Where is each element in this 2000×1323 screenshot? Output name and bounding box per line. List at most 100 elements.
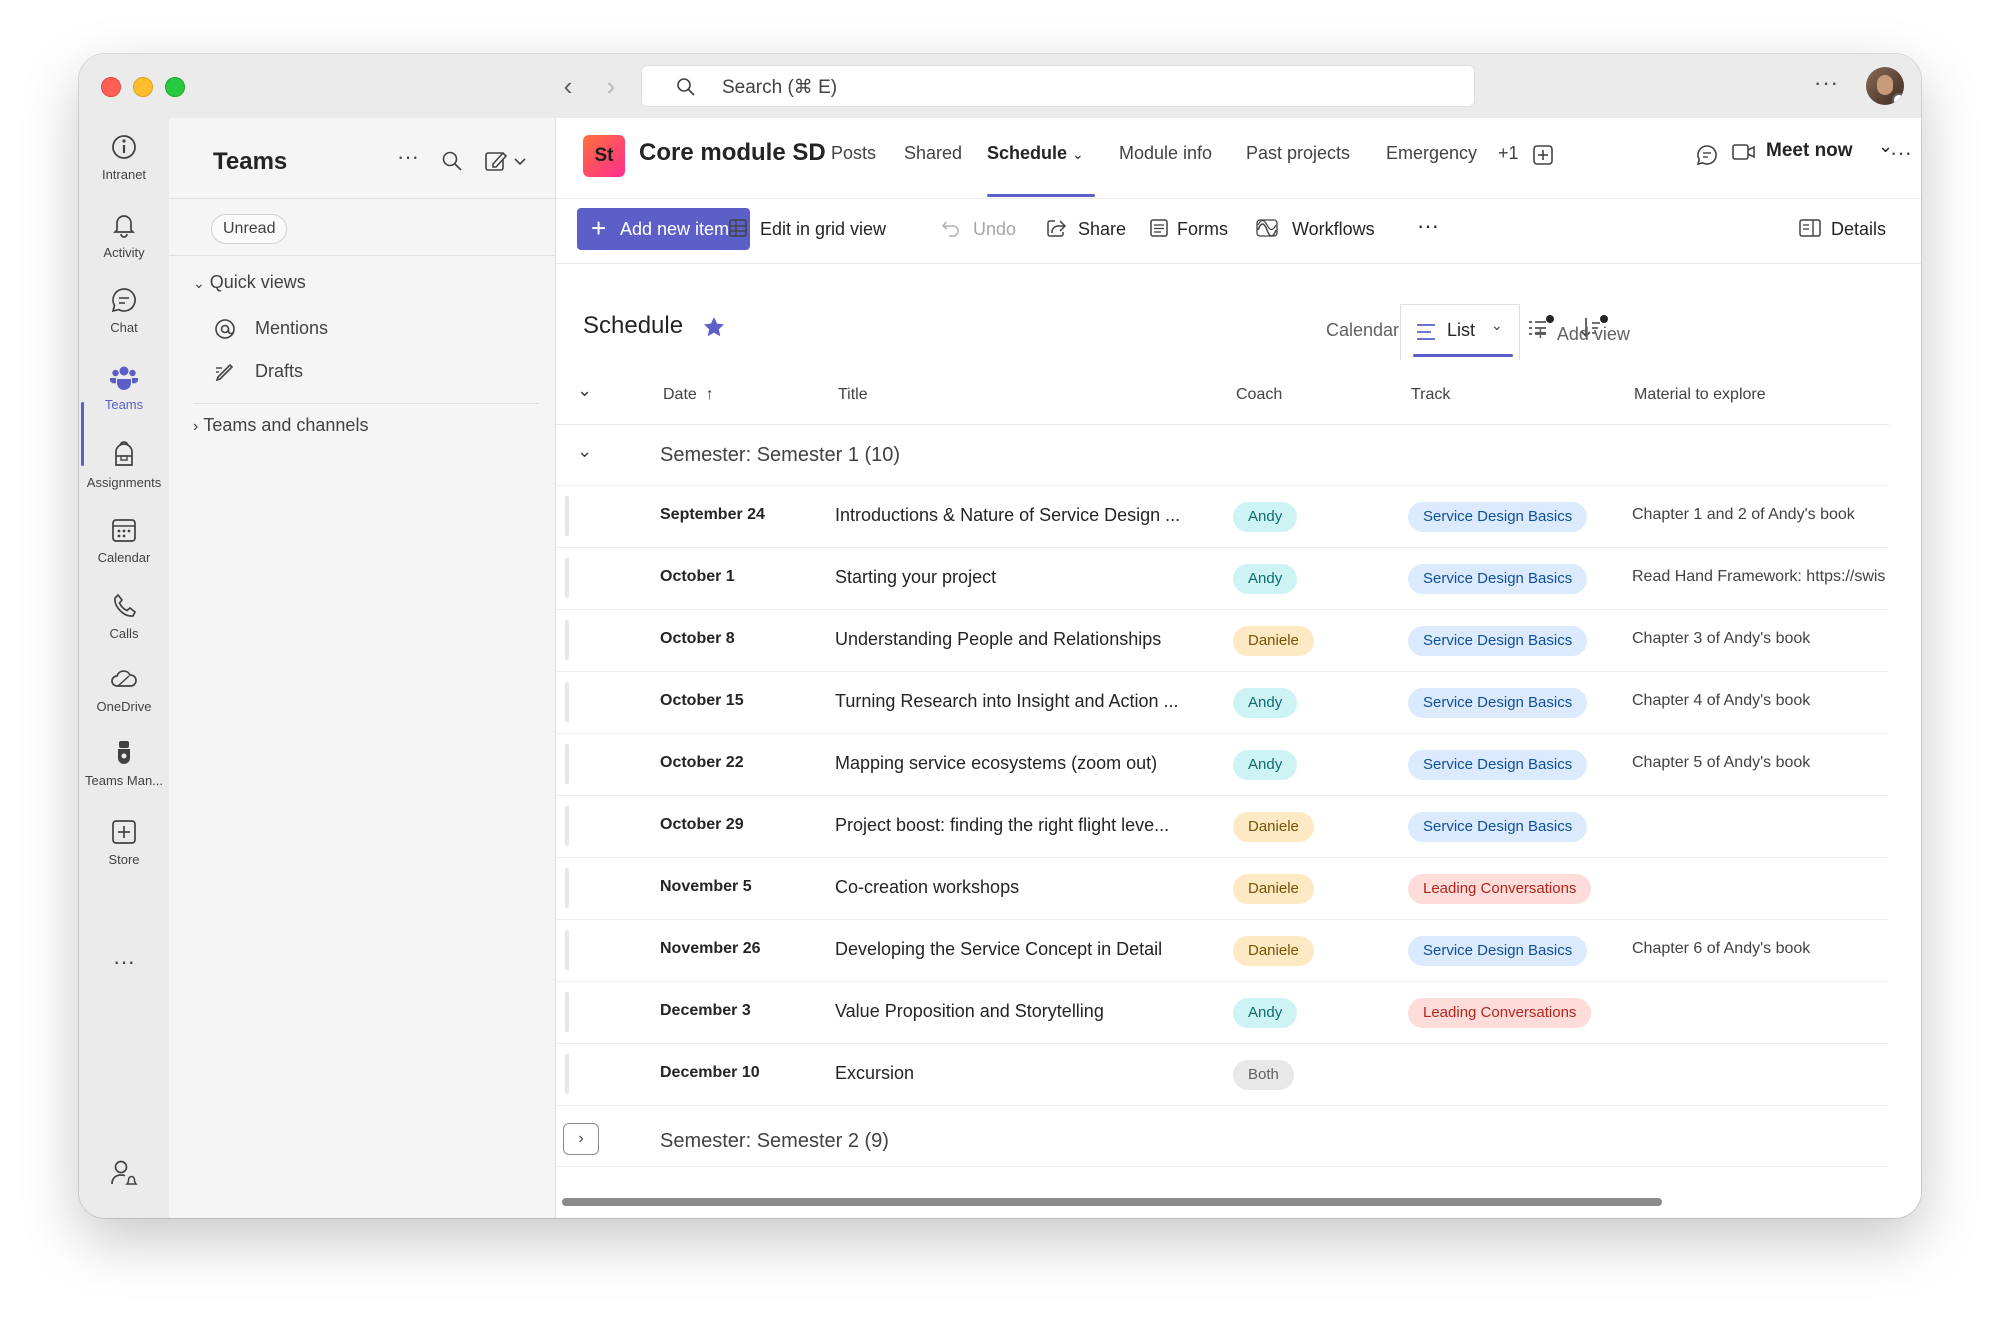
backpack-icon	[115, 441, 133, 466]
column-header-title[interactable]: Title	[838, 386, 868, 404]
rail-teams-manager[interactable]: Teams Man...	[79, 738, 169, 810]
row-selector[interactable]	[565, 992, 569, 1032]
rail-calendar[interactable]: Calendar	[79, 515, 169, 587]
row-selector[interactable]	[565, 806, 569, 846]
rail-teams[interactable]: Teams	[79, 362, 169, 434]
tab-overflow[interactable]: +1	[1498, 143, 1519, 164]
tab-emergency[interactable]: Emergency	[1386, 143, 1477, 164]
rail-calls[interactable]: Calls	[79, 591, 169, 663]
table-row[interactable]: October 1 Starting your project Andy Servic…	[553, 548, 1889, 610]
cell-date: December 10	[660, 1064, 760, 1081]
compose-icon[interactable]	[484, 149, 530, 173]
chevron-right-icon[interactable]: ›	[563, 1123, 599, 1155]
pane-divider	[193, 403, 539, 404]
table-row[interactable]: December 3 Value Proposition and Storytel…	[553, 982, 1889, 1044]
drafts-item[interactable]: Drafts	[213, 360, 303, 389]
channel-header: St Core module SD Posts Shared Schedule …	[556, 118, 1921, 198]
calendar-icon	[112, 519, 136, 542]
cell-title[interactable]: Developing the Service Concept in Detail	[835, 939, 1205, 960]
column-header-date[interactable]: Date ↑	[663, 386, 714, 404]
user-avatar[interactable]	[1866, 67, 1904, 105]
row-selector[interactable]	[565, 930, 569, 970]
tab-module-info[interactable]: Module info	[1119, 143, 1212, 164]
app-window: ‹ › Search (⌘ E) ··· Intranet Activity Cha…	[79, 54, 1921, 1218]
table-row[interactable]: November 5 Co-creation workshops Daniele Le…	[553, 858, 1889, 920]
row-selector[interactable]	[565, 682, 569, 722]
rail-store[interactable]: Store	[79, 817, 169, 889]
tab-past-projects[interactable]: Past projects	[1246, 143, 1350, 164]
teams-and-channels-toggle[interactable]: › Teams and channels	[193, 415, 368, 436]
mentions-item[interactable]: Mentions	[213, 317, 328, 346]
rail-intranet[interactable]: Intranet	[79, 132, 169, 204]
undo-icon	[941, 221, 959, 237]
table-row[interactable]: November 26 Developing the Service Concep…	[553, 920, 1889, 982]
forward-arrow-icon[interactable]: ›	[597, 72, 625, 100]
row-selector[interactable]	[565, 620, 569, 660]
tab-schedule[interactable]: Schedule ⌄	[987, 143, 1084, 164]
add-new-item-button[interactable]: + Add new item	[577, 208, 750, 250]
table-row[interactable]: October 15 Turning Research into Insight …	[553, 672, 1889, 734]
toolbar-more-button[interactable]: ···	[1417, 213, 1439, 239]
back-arrow-icon[interactable]: ‹	[554, 72, 582, 100]
row-selector[interactable]	[565, 1054, 569, 1094]
search-icon[interactable]	[441, 150, 463, 172]
plus-icon: +	[591, 213, 607, 243]
rail-activity[interactable]: Activity	[79, 210, 169, 282]
close-window-button[interactable]	[101, 77, 121, 97]
rail-onedrive[interactable]: OneDrive	[79, 664, 169, 736]
cell-title[interactable]: Excursion	[835, 1063, 1205, 1084]
header-more-button[interactable]: ···	[1890, 140, 1912, 166]
list-view-button[interactable]: List ⌄	[1400, 304, 1520, 360]
rail-assignments-label: Assignments	[86, 475, 162, 490]
cell-title[interactable]: Introductions & Nature of Service Design…	[835, 505, 1205, 526]
quick-views-toggle[interactable]: ⌄ Quick views	[193, 272, 306, 293]
column-header-coach[interactable]: Coach	[1236, 386, 1282, 404]
row-selector[interactable]	[565, 744, 569, 784]
rail-assignments[interactable]: Assignments	[79, 440, 169, 512]
table-row[interactable]: October 8 Understanding People and Relati…	[553, 610, 1889, 672]
sort-ascending-icon: ↑	[705, 386, 714, 403]
cell-date: December 3	[660, 1002, 751, 1019]
group-header-semester-2[interactable]: › Semester: Semester 2 (9)	[553, 1106, 1889, 1167]
add-tab-icon[interactable]	[1532, 144, 1554, 166]
star-icon[interactable]	[702, 315, 726, 339]
cell-title[interactable]: Value Proposition and Storytelling	[835, 1001, 1205, 1022]
cell-title[interactable]: Project boost: finding the right flight …	[835, 815, 1205, 836]
rail-intranet-label: Intranet	[101, 167, 147, 182]
cell-title[interactable]: Turning Research into Insight and Action…	[835, 691, 1205, 712]
chat-icon[interactable]	[1695, 143, 1719, 167]
team-avatar[interactable]: St	[583, 135, 625, 177]
tab-shared[interactable]: Shared	[904, 143, 962, 164]
details-label: Details	[1831, 219, 1887, 239]
pane-more-button[interactable]: ···	[397, 144, 419, 170]
column-header-track[interactable]: Track	[1411, 386, 1450, 404]
settings-more-button[interactable]: ···	[1814, 70, 1839, 96]
maximize-window-button[interactable]	[165, 77, 185, 97]
calendar-view-button[interactable]: Calendar	[1326, 320, 1399, 341]
channel-title: Core module SD	[639, 139, 826, 166]
pane-title: Teams	[213, 148, 288, 175]
select-all-chevron-icon[interactable]: ⌄	[577, 380, 592, 401]
cell-title[interactable]: Understanding People and Relationships	[835, 629, 1205, 650]
search-input[interactable]: Search (⌘ E)	[641, 65, 1475, 107]
add-view-button[interactable]: + Add view	[1534, 320, 1630, 346]
table-row[interactable]: September 24 Introductions & Nature of Se…	[553, 486, 1889, 548]
table-row[interactable]: December 10 Excursion Both	[553, 1044, 1889, 1106]
cell-title[interactable]: Starting your project	[835, 567, 1205, 588]
group-header-semester-1[interactable]: ⌄ Semester: Semester 1 (10)	[553, 425, 1889, 486]
tab-posts[interactable]: Posts	[831, 143, 876, 164]
cell-title[interactable]: Mapping service ecosystems (zoom out)	[835, 753, 1205, 774]
row-selector[interactable]	[565, 496, 569, 536]
row-selector[interactable]	[565, 868, 569, 908]
unread-filter-chip[interactable]: Unread	[211, 214, 288, 244]
more-apps-button[interactable]: ···	[79, 944, 169, 1016]
help-button[interactable]	[79, 1158, 169, 1218]
row-selector[interactable]	[565, 558, 569, 598]
horizontal-scrollbar[interactable]	[562, 1198, 1662, 1206]
table-row[interactable]: October 29 Project boost: finding the rig…	[553, 796, 1889, 858]
rail-chat[interactable]: Chat	[79, 285, 169, 357]
column-header-material[interactable]: Material to explore	[1634, 386, 1766, 404]
table-row[interactable]: October 22 Mapping service ecosystems (zo…	[553, 734, 1889, 796]
minimize-window-button[interactable]	[133, 77, 153, 97]
cell-title[interactable]: Co-creation workshops	[835, 877, 1205, 898]
